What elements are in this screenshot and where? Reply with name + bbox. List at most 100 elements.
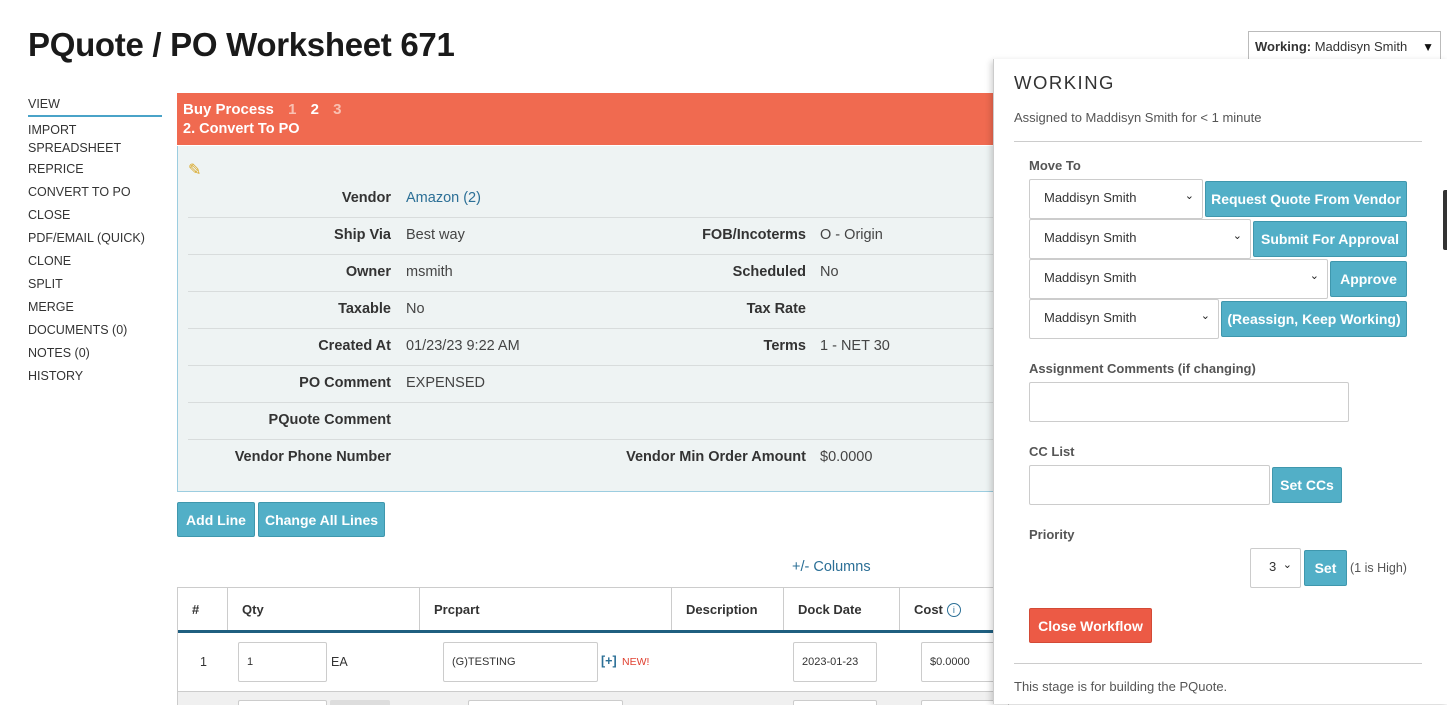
select-value: Maddisyn Smith <box>1044 230 1137 245</box>
sidebar-item-close[interactable]: CLOSE <box>28 204 162 227</box>
select-value: Maddisyn Smith <box>1044 190 1137 205</box>
uom-select[interactable] <box>330 700 390 705</box>
process-label: Buy Process <box>183 101 274 118</box>
pocomment-label: PO Comment <box>299 375 391 391</box>
process-step-2[interactable]: 2 <box>311 101 319 118</box>
priority-label: Priority <box>1029 527 1075 542</box>
set-priority-button[interactable]: Set <box>1304 550 1347 586</box>
chevron-down-icon: ⌄ <box>1232 230 1242 242</box>
terms-value: 1 - NET 30 <box>820 338 890 354</box>
divider <box>1014 141 1422 142</box>
taxable-value: No <box>406 301 425 317</box>
fob-label: FOB/Incoterms <box>702 227 806 243</box>
detail-row: Owner msmith Scheduled No <box>188 255 1008 292</box>
vendor-label: Vendor <box>341 190 391 206</box>
qty-input[interactable]: 1 <box>238 642 327 682</box>
caret-down-icon: ▼ <box>1422 40 1434 54</box>
process-banner: Buy Process 1 2 3 2. Convert To PO <box>177 93 1007 145</box>
priority-hint: (1 is High) <box>1350 561 1407 575</box>
minorder-label: Vendor Min Order Amount <box>626 449 806 465</box>
sidebar-item-split[interactable]: SPLIT <box>28 273 162 296</box>
chevron-down-icon: ⌄ <box>1282 559 1292 571</box>
minorder-value: $0.0000 <box>820 449 873 465</box>
process-step-3[interactable]: 3 <box>333 101 341 118</box>
vendor-link[interactable]: Amazon (2) <box>406 190 481 206</box>
process-step-1[interactable]: 1 <box>288 101 296 118</box>
created-label: Created At <box>318 338 391 354</box>
col-header-description[interactable]: Description <box>672 588 784 630</box>
lines-table: # Qty Prcpart Description Dock Date Cost… <box>177 587 1009 705</box>
dock-date-input[interactable]: 2023-01-23 <box>793 642 877 682</box>
qty-input[interactable] <box>238 700 327 705</box>
terms-label: Terms <box>763 338 806 354</box>
panel-title: WORKING <box>1014 72 1115 93</box>
sidebar-item-convert-to-po[interactable]: CONVERT TO PO <box>28 181 162 204</box>
sidebar-item-reprice[interactable]: REPRICE <box>28 158 162 181</box>
close-workflow-button[interactable]: Close Workflow <box>1029 608 1152 643</box>
submit-approval-button[interactable]: Submit For Approval <box>1253 221 1407 257</box>
sidebar-item-merge[interactable]: MERGE <box>28 296 162 319</box>
table-header: # Qty Prcpart Description Dock Date Cost… <box>178 588 1008 633</box>
move-to-select[interactable]: Maddisyn Smith ⌄ <box>1029 299 1219 339</box>
owner-label: Owner <box>345 264 391 280</box>
table-row <box>178 691 1008 705</box>
pencil-icon[interactable]: ✎ <box>188 160 201 180</box>
move-to-label: Move To <box>1029 158 1081 173</box>
sidebar-item-view[interactable]: VIEW <box>28 95 162 117</box>
sidebar-item-pdf-email[interactable]: PDF/EMAIL (QUICK) <box>28 227 162 250</box>
col-header-cost-label: Cost <box>914 602 943 617</box>
cc-list-label: CC List <box>1029 444 1075 459</box>
request-quote-button[interactable]: Request Quote From Vendor <box>1205 181 1407 217</box>
working-label: Working: <box>1255 39 1312 54</box>
pocomment-value: EXPENSED <box>406 375 485 391</box>
scheduled-value: No <box>820 264 839 280</box>
sidebar-item-notes[interactable]: NOTES (0) <box>28 342 162 365</box>
detail-row: PQuote Comment <box>188 403 1008 440</box>
move-to-select[interactable]: Maddisyn Smith ⌄ <box>1029 179 1203 219</box>
add-prcpart-link[interactable]: [+] <box>601 654 617 668</box>
comments-label: Assignment Comments (if changing) <box>1029 361 1256 376</box>
info-icon[interactable]: i <box>946 603 961 617</box>
comments-input[interactable] <box>1029 382 1349 422</box>
approve-button[interactable]: Approve <box>1330 261 1407 297</box>
sidebar-item-documents[interactable]: DOCUMENTS (0) <box>28 319 162 342</box>
detail-row: Ship Via Best way FOB/Incoterms O - Orig… <box>188 218 1008 255</box>
col-header-qty[interactable]: Qty <box>228 588 420 630</box>
move-to-select[interactable]: Maddisyn Smith ⌄ <box>1029 219 1251 259</box>
detail-row: Taxable No Tax Rate <box>188 292 1008 329</box>
table-row: 1 1 EA (G)TESTING [+] NEW! 2023-01-23 $0… <box>178 633 1008 691</box>
chevron-down-icon: ⌄ <box>1200 310 1210 322</box>
set-ccs-button[interactable]: Set CCs <box>1272 467 1342 503</box>
add-line-button[interactable]: Add Line <box>177 502 255 537</box>
select-value: Maddisyn Smith <box>1044 310 1137 325</box>
prcpart-input[interactable] <box>468 700 623 705</box>
assigned-text: Assigned to Maddisyn Smith for < 1 minut… <box>1014 110 1262 125</box>
dock-date-input[interactable] <box>793 700 877 705</box>
detail-row: Vendor Amazon (2) <box>188 181 1008 218</box>
sidebar-item-clone[interactable]: CLONE <box>28 250 162 273</box>
move-to-select[interactable]: Maddisyn Smith ⌄ <box>1029 259 1328 299</box>
owner-value: msmith <box>406 264 453 280</box>
cc-list-input[interactable] <box>1029 465 1270 505</box>
col-header-prcpart[interactable]: Prcpart <box>420 588 672 630</box>
change-all-lines-button[interactable]: Change All Lines <box>258 502 385 537</box>
stage-description: This stage is for building the PQuote. <box>1014 679 1228 694</box>
working-dropdown[interactable]: Working: Maddisyn Smith ▼ <box>1248 31 1441 61</box>
shipvia-value: Best way <box>406 227 465 243</box>
detail-row: Vendor Phone Number Vendor Min Order Amo… <box>188 440 1008 476</box>
sidebar-item-import-spreadsheet[interactable]: IMPORT SPREADSHEET <box>28 119 162 158</box>
process-stage: 2. Convert To PO <box>183 121 300 137</box>
priority-select[interactable]: 3 ⌄ <box>1250 548 1301 588</box>
sidebar-item-history[interactable]: HISTORY <box>28 365 162 388</box>
sidebar-nav: VIEW IMPORT SPREADSHEET REPRICE CONVERT … <box>28 95 162 388</box>
toggle-columns-link[interactable]: +/- Columns <box>792 559 871 575</box>
uom-label: EA <box>331 655 348 669</box>
taxable-label: Taxable <box>338 301 391 317</box>
detail-row: Created At 01/23/23 9:22 AM Terms 1 - NE… <box>188 329 1008 366</box>
divider <box>1014 663 1422 664</box>
col-header-dock-date[interactable]: Dock Date <box>784 588 900 630</box>
scrollbar-thumb[interactable] <box>1443 190 1447 250</box>
reassign-keep-working-button[interactable]: (Reassign, Keep Working) <box>1221 301 1407 337</box>
prcpart-input[interactable]: (G)TESTING <box>443 642 598 682</box>
phone-label: Vendor Phone Number <box>234 449 391 465</box>
